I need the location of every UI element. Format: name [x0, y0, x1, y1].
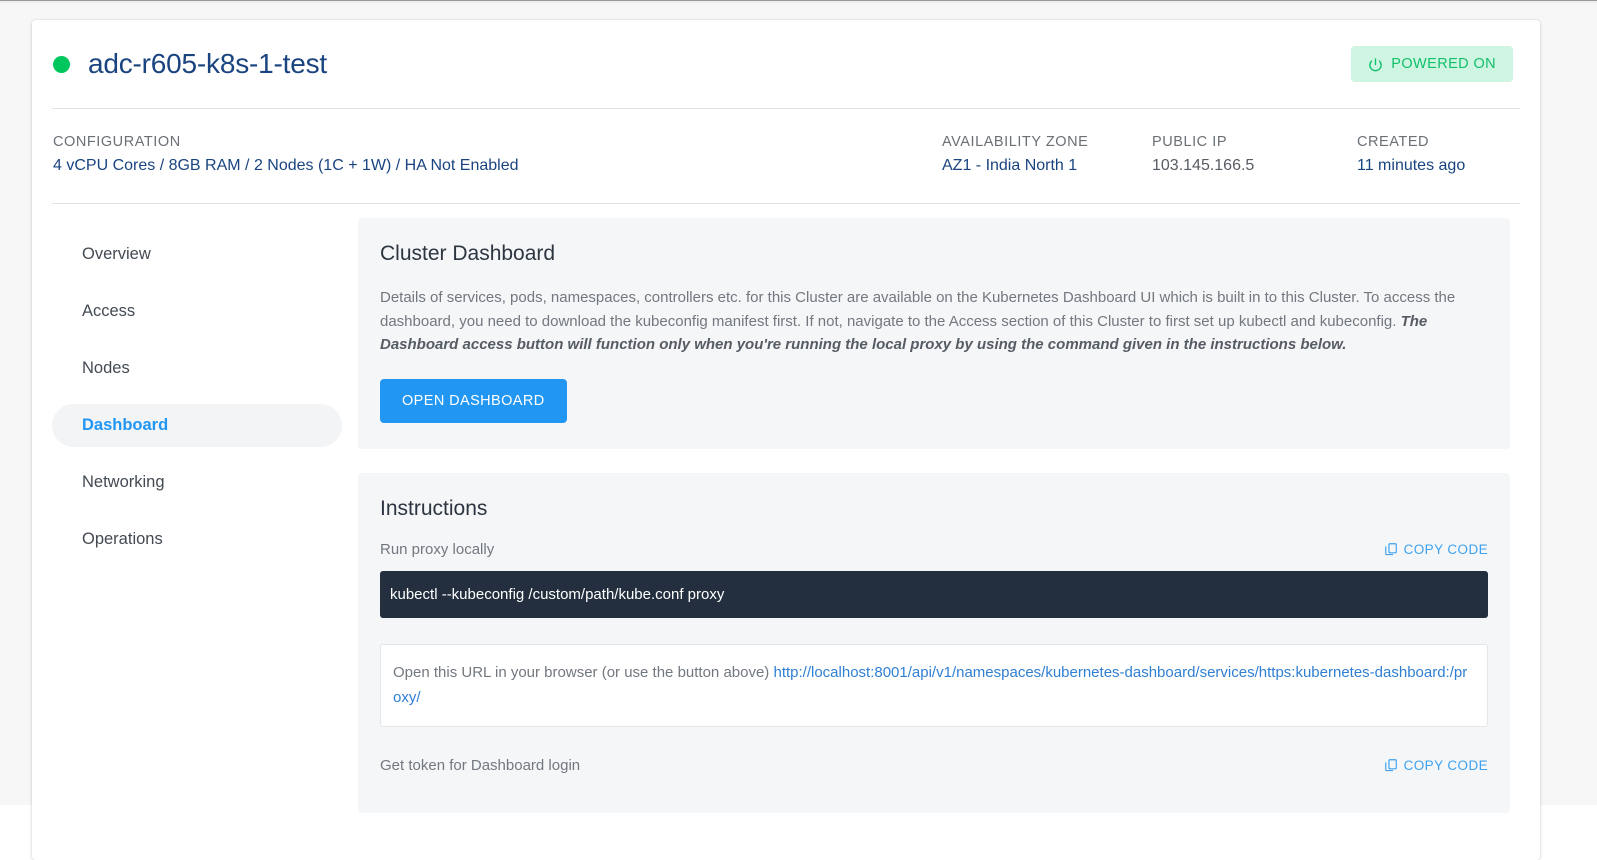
- sidebar-item-networking[interactable]: Networking: [52, 461, 342, 504]
- instruction-step-label: Get token for Dashboard login: [380, 756, 581, 774]
- meta-created-value[interactable]: 11 minutes ago: [1357, 157, 1465, 175]
- cluster-dashboard-panel: Cluster Dashboard Details of services, p…: [358, 218, 1510, 449]
- card-header: adc-r605-k8s-1-test POWERED ON: [52, 20, 1520, 108]
- proxy-command-code-block[interactable]: kubectl --kubeconfig /custom/path/kube.c…: [380, 570, 1488, 618]
- sidebar-item-operations[interactable]: Operations: [52, 518, 342, 561]
- copy-code-button-get-token[interactable]: COPY CODE: [1384, 758, 1488, 773]
- copy-code-label: COPY CODE: [1403, 757, 1488, 773]
- instructions-title: Instructions: [380, 496, 488, 520]
- instruction-step-get-token-header: Get token for Dashboard login COPY CODE: [380, 757, 1488, 774]
- instruction-step-run-proxy-header: Run proxy locally COPY CODE: [380, 541, 1488, 558]
- meta-public-ip: PUBLIC IP 103.145.166.5: [1152, 134, 1254, 175]
- sidebar-item-nodes[interactable]: Nodes: [52, 347, 342, 390]
- meta-created-label: CREATED: [1357, 134, 1430, 150]
- description-text: Details of services, pods, namespaces, c…: [380, 289, 1456, 330]
- main-content: Cluster Dashboard Details of services, p…: [342, 218, 1520, 837]
- meta-availability-zone: AVAILABILITY ZONE AZ1 - India North 1: [942, 134, 1088, 175]
- open-dashboard-button[interactable]: OPEN DASHBOARD: [380, 378, 567, 423]
- meta-public-ip-label: PUBLIC IP: [1152, 134, 1228, 150]
- copy-icon: [1384, 542, 1398, 556]
- copy-code-label: COPY CODE: [1403, 541, 1488, 557]
- sidebar-item-access[interactable]: Access: [52, 290, 342, 333]
- meta-configuration: CONFIGURATION 4 vCPU Cores / 8GB RAM / 2…: [53, 134, 519, 175]
- instruction-step-label: Run proxy locally: [380, 540, 495, 558]
- copy-icon: [1384, 758, 1398, 772]
- status-dot-green-icon: [53, 55, 70, 73]
- meta-availability-zone-value[interactable]: AZ1 - India North 1: [942, 157, 1088, 175]
- meta-configuration-value[interactable]: 4 vCPU Cores / 8GB RAM / 2 Nodes (1C + 1…: [53, 157, 519, 175]
- sidebar-item-dashboard[interactable]: Dashboard: [52, 404, 342, 447]
- title-group: adc-r605-k8s-1-test: [52, 48, 327, 80]
- sidebar-item-overview[interactable]: Overview: [52, 233, 342, 276]
- meta-configuration-label: CONFIGURATION: [53, 134, 181, 150]
- copy-code-button-run-proxy[interactable]: COPY CODE: [1384, 542, 1488, 557]
- cluster-meta-row: CONFIGURATION 4 vCPU Cores / 8GB RAM / 2…: [52, 109, 1520, 203]
- meta-created: CREATED 11 minutes ago: [1357, 134, 1465, 175]
- status-badge-powered-on: POWERED ON: [1351, 46, 1513, 82]
- page-root: adc-r605-k8s-1-test POWERED ON CONFIGURA…: [0, 4, 1597, 860]
- dashboard-url-box: Open this URL in your browser (or use th…: [380, 643, 1488, 727]
- dashboard-url-prefix: Open this URL in your browser (or use th…: [393, 663, 774, 681]
- cluster-dashboard-title: Cluster Dashboard: [380, 242, 556, 265]
- meta-availability-zone-label: AVAILABILITY ZONE: [942, 134, 1089, 150]
- card-body: Overview Access Nodes Dashboard Networki…: [52, 204, 1520, 837]
- page-title: adc-r605-k8s-1-test: [88, 48, 327, 79]
- cluster-dashboard-description: Details of services, pods, namespaces, c…: [380, 286, 1488, 357]
- cluster-sidebar-nav: Overview Access Nodes Dashboard Networki…: [52, 218, 342, 837]
- status-badge-label: POWERED ON: [1391, 56, 1496, 72]
- power-icon: [1368, 57, 1383, 72]
- meta-public-ip-value: 103.145.166.5: [1152, 157, 1255, 174]
- cluster-detail-card: adc-r605-k8s-1-test POWERED ON CONFIGURA…: [32, 20, 1540, 860]
- instructions-panel: Instructions Run proxy locally COPY CODE: [358, 472, 1510, 813]
